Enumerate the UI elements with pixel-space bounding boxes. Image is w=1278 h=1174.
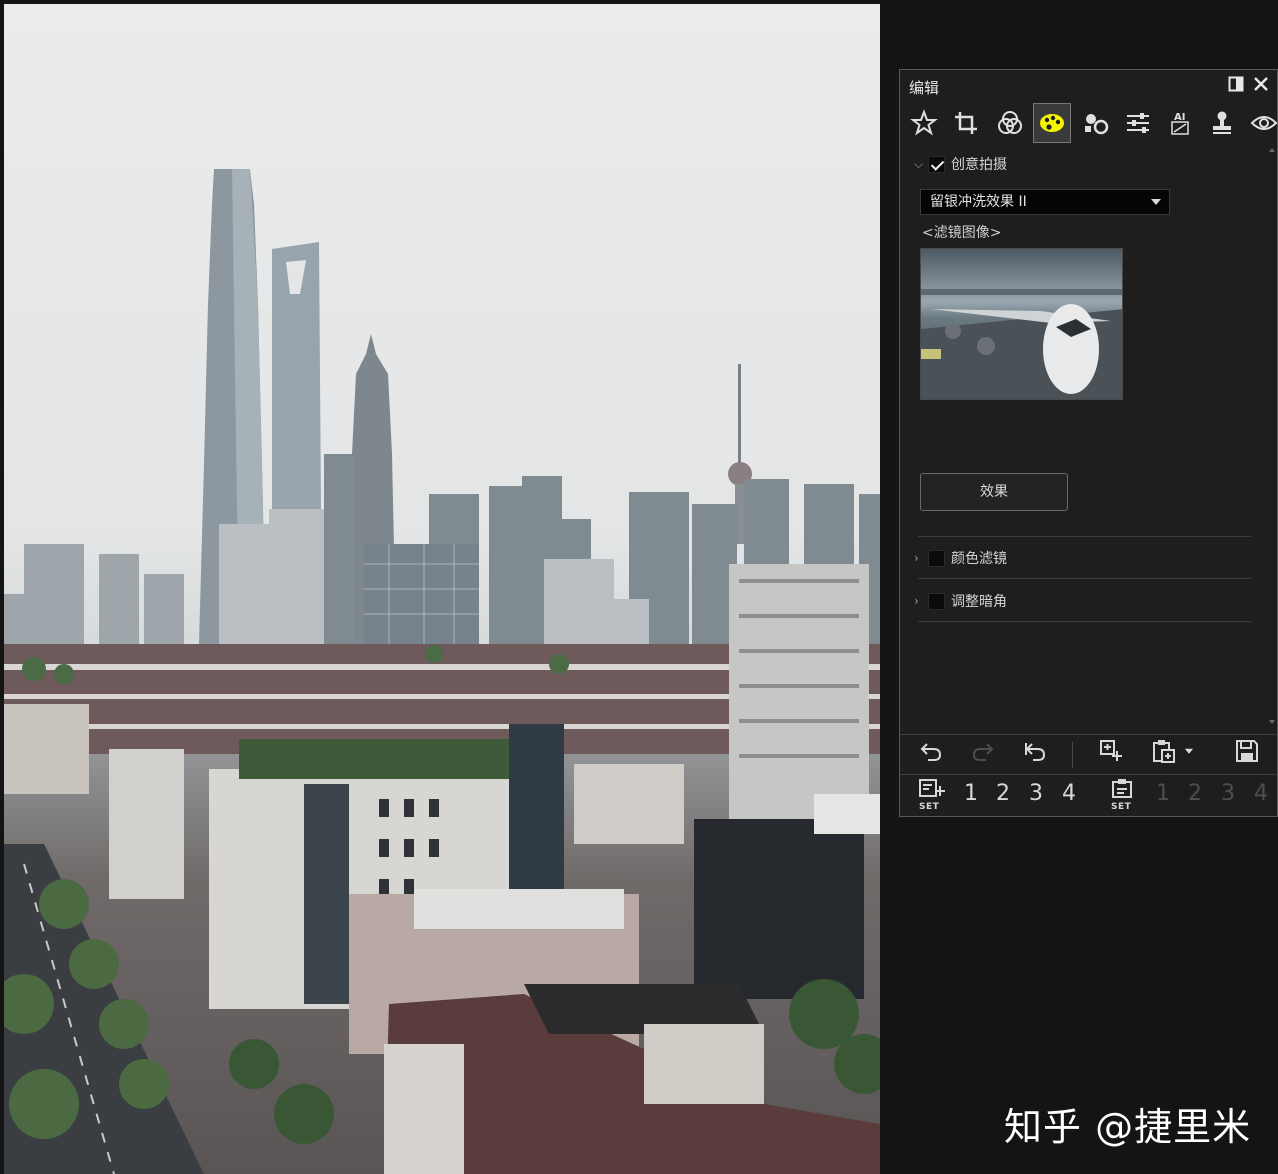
vignette-label: 调整暗角 [951, 594, 1007, 610]
vignette-checkbox[interactable] [928, 592, 945, 610]
preset-value: 留银冲洗效果 II [930, 194, 1027, 210]
color-filter-label: 颜色滤镜 [951, 551, 1007, 567]
adjust-sliders-icon[interactable] [1120, 104, 1156, 142]
paste-dropdown-icon[interactable] [1180, 736, 1198, 766]
save-slot-2[interactable]: 2 [996, 781, 1010, 806]
watermark-text: 知乎 @捷里米 [1004, 1105, 1252, 1149]
save-set-icon[interactable]: SET [917, 778, 947, 812]
chevron-right-icon[interactable]: › [914, 551, 928, 565]
redo-icon[interactable] [968, 736, 998, 766]
section-divider [918, 578, 1251, 579]
creative-label: 创意拍摄 [951, 157, 1007, 173]
chevron-down-icon [1151, 199, 1161, 205]
palette-title: 编辑 [909, 79, 940, 97]
save-icon[interactable] [1232, 736, 1262, 766]
creative-palette-icon[interactable] [1033, 103, 1071, 143]
reset-icon[interactable] [1020, 736, 1050, 766]
load-set-icon[interactable]: SET [1109, 778, 1139, 812]
save-slot-4[interactable]: 4 [1062, 781, 1076, 806]
color-circles-icon[interactable] [992, 104, 1028, 142]
section-divider [918, 621, 1251, 622]
load-slot-4[interactable]: 4 [1254, 781, 1268, 806]
airplane-preview-image [921, 249, 1122, 399]
palette-titlebar[interactable]: 编辑 [900, 70, 1277, 102]
color-filter-section-header[interactable]: › 颜色滤镜 [914, 548, 1007, 568]
toolbar-separator [1072, 742, 1073, 768]
color-filter-checkbox[interactable] [928, 549, 945, 567]
dock-icon[interactable] [1227, 76, 1245, 94]
preset-select[interactable]: 留银冲洗效果 II [920, 189, 1170, 215]
vignette-section-header[interactable]: › 调整暗角 [914, 591, 1007, 611]
set-label: SET [1111, 802, 1132, 812]
load-slot-1[interactable]: 1 [1156, 781, 1170, 806]
load-slot-3[interactable]: 3 [1221, 781, 1235, 806]
ai-icon[interactable]: AI [1162, 104, 1198, 142]
copy-settings-icon[interactable] [1096, 736, 1126, 766]
settings-set-toolbar: SET 1 2 3 4 SET 1 2 3 4 [900, 774, 1277, 812]
load-slot-2[interactable]: 2 [1188, 781, 1202, 806]
camera-settings-icon[interactable] [1078, 104, 1114, 142]
history-toolbar [900, 736, 1277, 774]
creative-section-header[interactable]: ⌵ 创意拍摄 [914, 154, 1007, 174]
paste-settings-icon[interactable] [1148, 736, 1178, 766]
undo-icon[interactable] [916, 736, 946, 766]
tool-strip: AI [906, 103, 1278, 143]
chevron-right-icon[interactable]: › [914, 594, 928, 608]
city-skyline-photo [4, 169, 880, 1174]
filter-preview-thumbnail [920, 248, 1123, 400]
palette-scrollbar[interactable] [1267, 148, 1277, 748]
chevron-down-icon[interactable]: ⌵ [914, 157, 928, 172]
effect-button[interactable]: 效果 [920, 473, 1068, 511]
app-window: 编辑 AI ⌵ 创意拍摄 留银冲洗效果 II <滤镜图像> 效果 › 颜色滤镜 … [0, 0, 1278, 1174]
creative-checkbox[interactable] [928, 155, 945, 173]
toolbar-divider [900, 734, 1277, 735]
filter-image-label: <滤镜图像> [922, 225, 1002, 241]
eye-icon[interactable] [1246, 104, 1278, 142]
save-slot-3[interactable]: 3 [1029, 781, 1043, 806]
close-icon[interactable] [1252, 76, 1270, 94]
image-canvas[interactable] [4, 4, 880, 1174]
save-slot-1[interactable]: 1 [964, 781, 978, 806]
set-label: SET [919, 802, 940, 812]
scroll-up-icon[interactable] [1269, 148, 1275, 152]
crop-icon[interactable] [948, 104, 984, 142]
star-icon[interactable] [906, 104, 942, 142]
section-divider [918, 536, 1251, 537]
scroll-down-icon[interactable] [1269, 720, 1275, 724]
stamp-icon[interactable] [1204, 104, 1240, 142]
edit-palette: 编辑 AI ⌵ 创意拍摄 留银冲洗效果 II <滤镜图像> 效果 › 颜色滤镜 … [899, 69, 1278, 817]
